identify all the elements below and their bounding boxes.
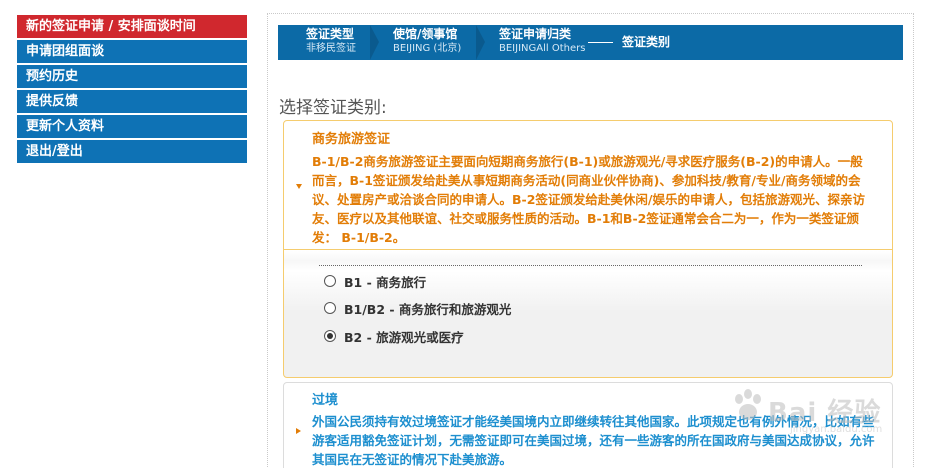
option-label: B1/B2 - 商务旅行和旅游观光 (344, 301, 512, 317)
sidebar-item-new-application[interactable]: 新的签证申请 / 安排面谈时间 (17, 15, 247, 38)
step-title: 签证类别 (622, 35, 671, 49)
step-visa-type: 签证类型 非移民签证 (306, 27, 356, 55)
category-description: B-1/B-2商务旅游签证主要面向短期商务旅行(B-1)或旅游观光/寻求医疗服务… (312, 154, 865, 245)
step-subtitle: BEIJING (北京) (393, 43, 462, 54)
sidebar-item-logout[interactable]: 退出/登出 (17, 140, 247, 163)
step-embassy: 使馆/领事馆 BEIJING (北京) (393, 27, 461, 55)
collapse-arrow-icon[interactable] (296, 428, 301, 434)
step-title: 使馆/领事馆 (393, 27, 458, 41)
sidebar-item-group-interview[interactable]: 申请团组面谈 (17, 40, 247, 63)
sidebar-item-feedback[interactable]: 提供反馈 (17, 90, 247, 113)
category-title: 商务旅游签证 (312, 132, 391, 147)
watermark-url: jingyan.baidu.com (790, 424, 883, 435)
expand-arrow-icon[interactable] (296, 184, 302, 189)
paw-logo-icon (735, 389, 761, 420)
step-subtitle: 非移民签证 (306, 43, 356, 54)
step-connector-line (588, 42, 613, 43)
category-title: 过境 (312, 393, 339, 408)
radio-button[interactable] (324, 275, 336, 287)
option-b1[interactable]: B1 - 商务旅行 (324, 272, 426, 290)
sidebar-nav: 新的签证申请 / 安排面谈时间 申请团组面谈 预约历史 提供反馈 更新个人资料 … (17, 15, 247, 165)
category-business-tourism: 商务旅游签证 B-1/B-2商务旅游签证主要面向短期商务旅行(B-1)或旅游观光… (283, 120, 893, 378)
step-separator-icon (476, 25, 485, 60)
divider (284, 249, 892, 250)
step-visa-category: 签证类别 (622, 35, 670, 50)
page-title: 选择签证类别: (279, 98, 387, 118)
step-subtitle: BEIJINGAll Others (499, 43, 586, 54)
radio-button[interactable] (324, 302, 336, 314)
sidebar-item-update-profile[interactable]: 更新个人资料 (17, 115, 247, 138)
step-title: 签证类型 (306, 27, 355, 41)
baidu-jingyan-watermark: Bai 经验 jingyan.baidu.com (730, 388, 895, 435)
dotted-divider (319, 265, 862, 266)
option-label: B1 - 商务旅行 (344, 274, 427, 290)
step-title: 签证申请归类 (499, 27, 572, 41)
option-b1-b2[interactable]: B1/B2 - 商务旅行和旅游观光 (324, 299, 511, 317)
step-separator-icon (370, 25, 379, 60)
step-application-category: 签证申请归类 BEIJINGAll Others (499, 27, 585, 55)
progress-steps-bar: 签证类型 非移民签证 使馆/领事馆 BEIJING (北京) 签证申请归类 BE… (278, 25, 903, 60)
option-b2[interactable]: B2 - 旅游观光或医疗 (324, 327, 464, 345)
option-label: B2 - 旅游观光或医疗 (344, 329, 464, 345)
sidebar-item-appointment-history[interactable]: 预约历史 (17, 65, 247, 88)
radio-button-selected[interactable] (324, 330, 336, 342)
